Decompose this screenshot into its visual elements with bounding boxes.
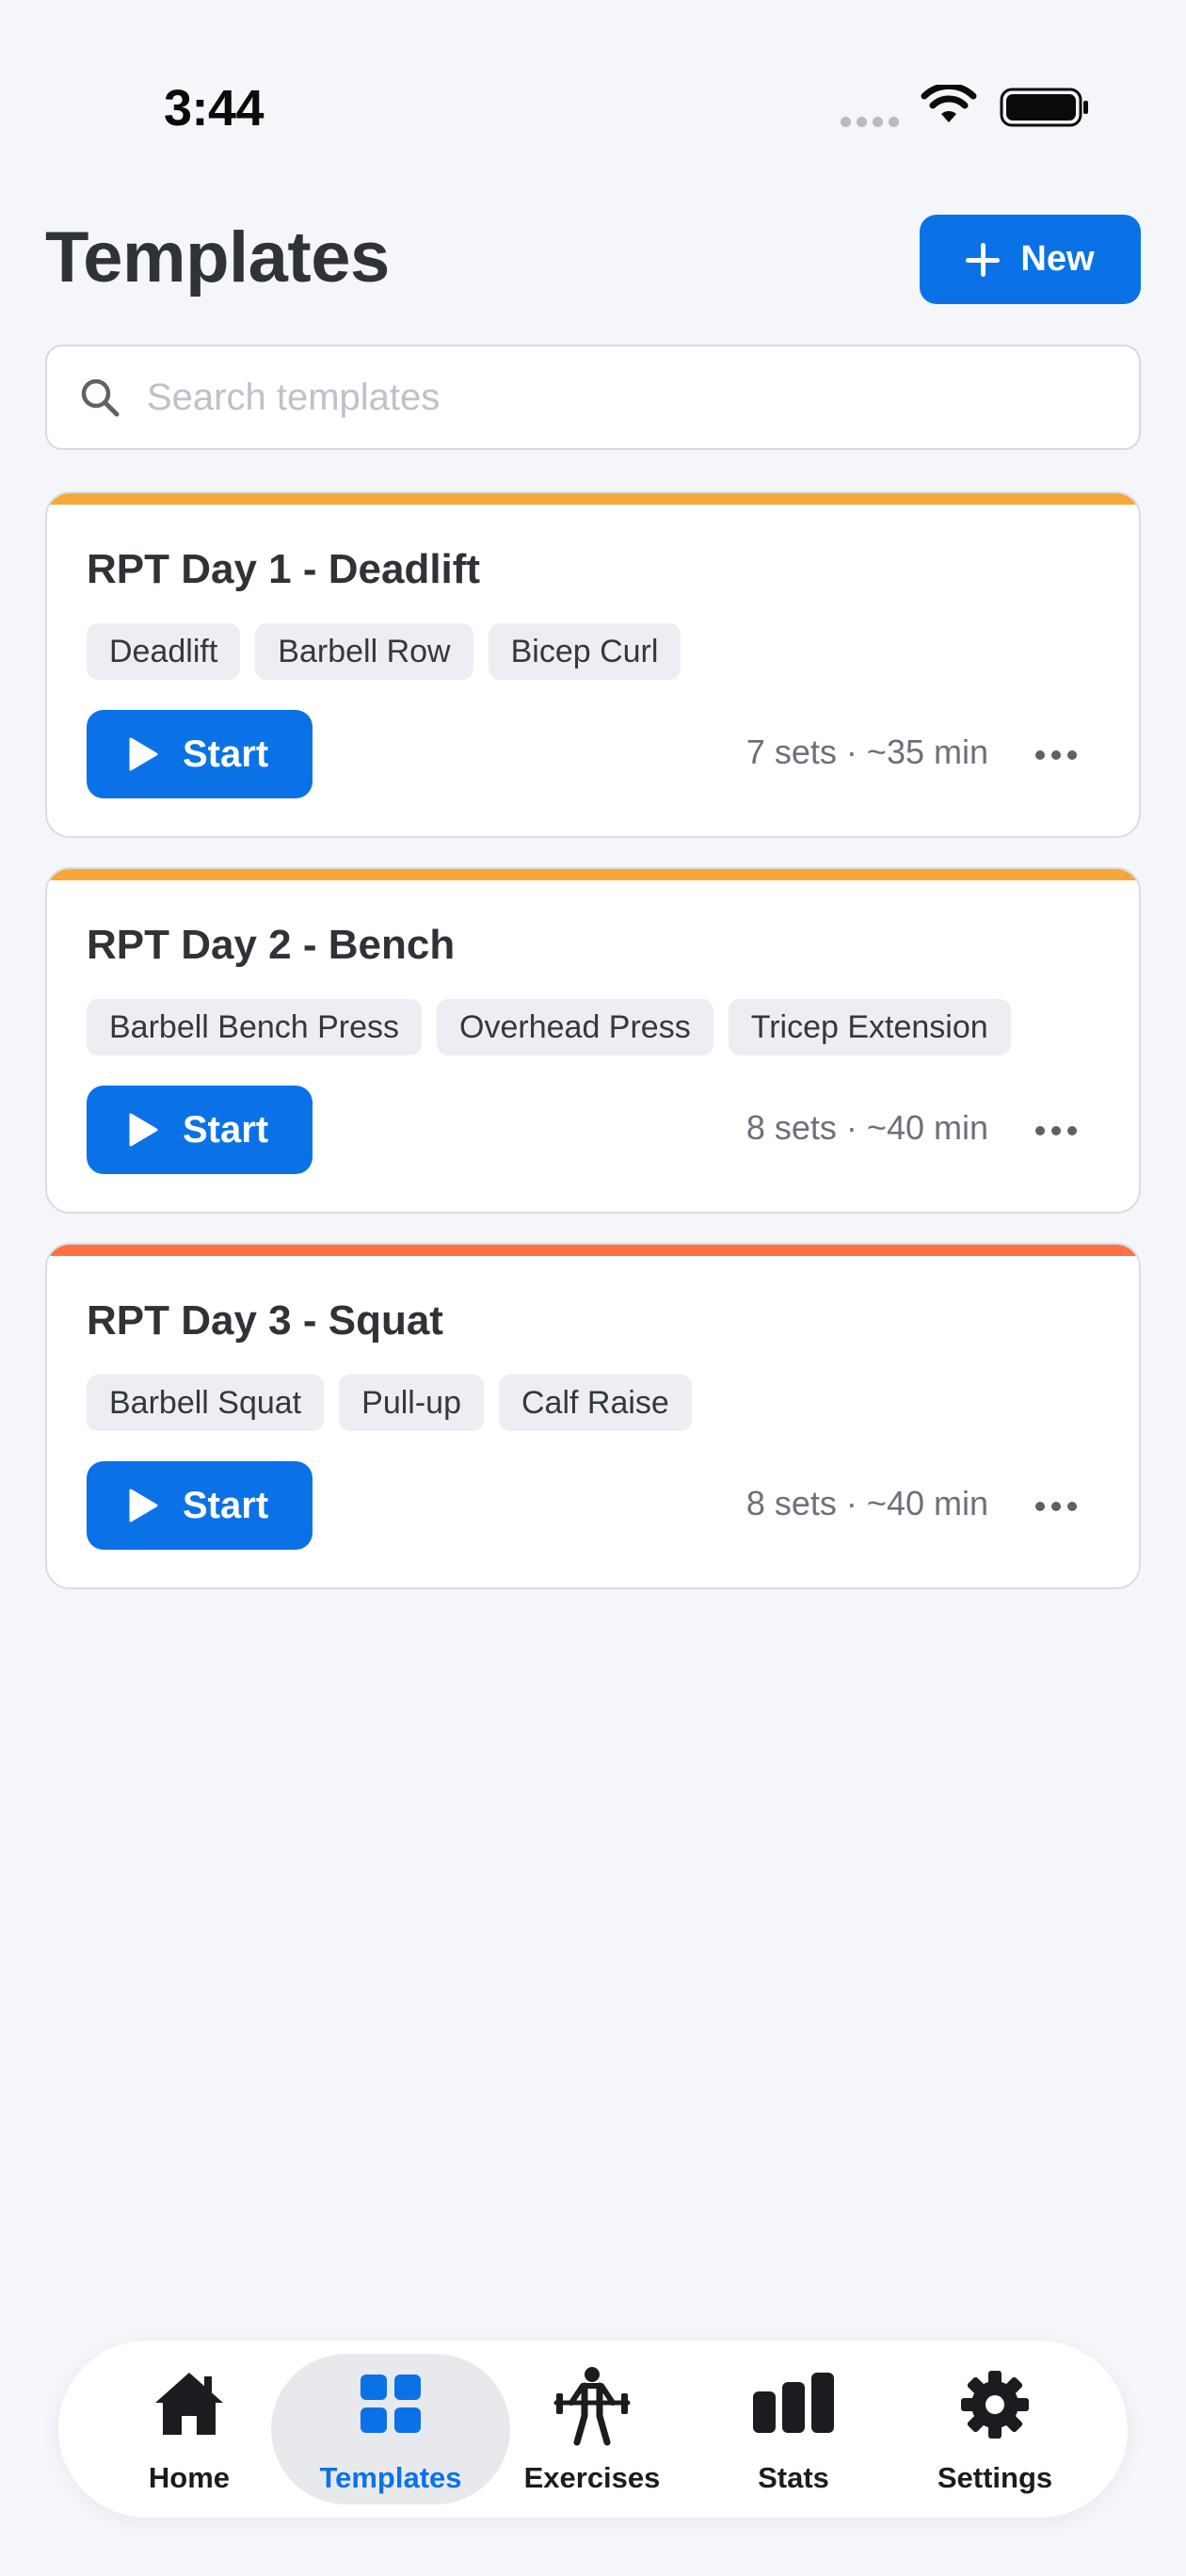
tab-settings[interactable]: Settings xyxy=(896,2341,1094,2518)
template-meta: 8 sets · ~40 min xyxy=(745,1484,988,1522)
gear-icon xyxy=(961,2371,1029,2439)
template-meta: 7 sets · ~35 min xyxy=(745,733,988,771)
new-button-label: New xyxy=(1020,239,1095,279)
home-icon xyxy=(155,2373,223,2435)
tab-templates[interactable]: Templates xyxy=(292,2341,489,2518)
exercise-chip: Pull-up xyxy=(339,1375,484,1431)
start-button-label: Start xyxy=(183,1484,269,1526)
exercise-chip: Deadlift xyxy=(87,623,241,680)
tab-exercises[interactable]: Exercises xyxy=(493,2341,691,2518)
weightlifter-icon xyxy=(553,2367,631,2446)
tab-bar: Home Templates Exercises Stats Settings xyxy=(58,2341,1128,2518)
template-title: RPT Day 1 - Deadlift xyxy=(87,546,481,592)
template-meta: 8 sets · ~40 min xyxy=(745,1108,988,1147)
play-icon xyxy=(129,1113,158,1147)
tab-label: Templates xyxy=(319,2461,462,2494)
start-button-label: Start xyxy=(183,733,269,775)
cellular-signal-icon xyxy=(841,117,899,127)
template-card[interactable]: RPT Day 3 - Squat Barbell Squat Pull-up … xyxy=(45,1243,1141,1589)
grid-icon xyxy=(361,2375,421,2433)
start-button[interactable]: Start xyxy=(87,710,313,798)
template-title: RPT Day 3 - Squat xyxy=(87,1297,443,1344)
play-icon xyxy=(129,737,158,771)
search-bar[interactable] xyxy=(45,345,1141,450)
tab-label: Home xyxy=(148,2461,231,2494)
card-accent-bar xyxy=(47,869,1139,880)
search-icon xyxy=(81,378,120,417)
card-accent-bar xyxy=(47,493,1139,505)
exercise-chips: Barbell Squat Pull-up Calf Raise xyxy=(87,1375,692,1431)
tab-stats[interactable]: Stats xyxy=(695,2341,892,2518)
plus-icon xyxy=(966,242,1001,277)
more-options-icon[interactable] xyxy=(1035,1112,1077,1150)
status-time: 3:44 xyxy=(164,80,264,137)
exercise-chip: Barbell Row xyxy=(255,623,473,680)
tab-home[interactable]: Home xyxy=(90,2341,288,2518)
bar-chart-icon xyxy=(753,2373,834,2433)
exercise-chips: Barbell Bench Press Overhead Press Trice… xyxy=(87,999,1011,1055)
exercise-chip: Barbell Bench Press xyxy=(87,999,423,1055)
new-template-button[interactable]: New xyxy=(920,215,1141,304)
tab-label: Stats xyxy=(758,2461,829,2494)
wifi-icon xyxy=(921,85,977,122)
battery-icon xyxy=(1000,88,1088,127)
template-title: RPT Day 2 - Bench xyxy=(87,922,456,968)
tab-label: Exercises xyxy=(523,2461,661,2494)
template-card[interactable]: RPT Day 1 - Deadlift Deadlift Barbell Ro… xyxy=(45,491,1141,838)
exercise-chip: Tricep Extension xyxy=(728,999,1011,1055)
play-icon xyxy=(129,1489,158,1522)
card-accent-bar xyxy=(47,1245,1139,1256)
exercise-chip: Overhead Press xyxy=(437,999,713,1055)
exercise-chip: Calf Raise xyxy=(498,1375,692,1431)
more-options-icon[interactable] xyxy=(1035,1488,1077,1525)
more-options-icon[interactable] xyxy=(1035,736,1077,774)
template-card[interactable]: RPT Day 2 - Bench Barbell Bench Press Ov… xyxy=(45,867,1141,1214)
exercise-chip: Barbell Squat xyxy=(87,1375,325,1431)
search-input[interactable] xyxy=(147,376,1088,419)
templates-screen: 3:44 Templates New RPT Day 1 - Deadlift … xyxy=(0,0,1186,2576)
exercise-chip: Bicep Curl xyxy=(488,623,681,680)
tab-label: Settings xyxy=(937,2461,1053,2494)
page-title: Templates xyxy=(45,217,390,298)
start-button[interactable]: Start xyxy=(87,1461,313,1550)
start-button-label: Start xyxy=(183,1108,269,1151)
exercise-chips: Deadlift Barbell Row Bicep Curl xyxy=(87,623,681,680)
start-button[interactable]: Start xyxy=(87,1086,313,1174)
